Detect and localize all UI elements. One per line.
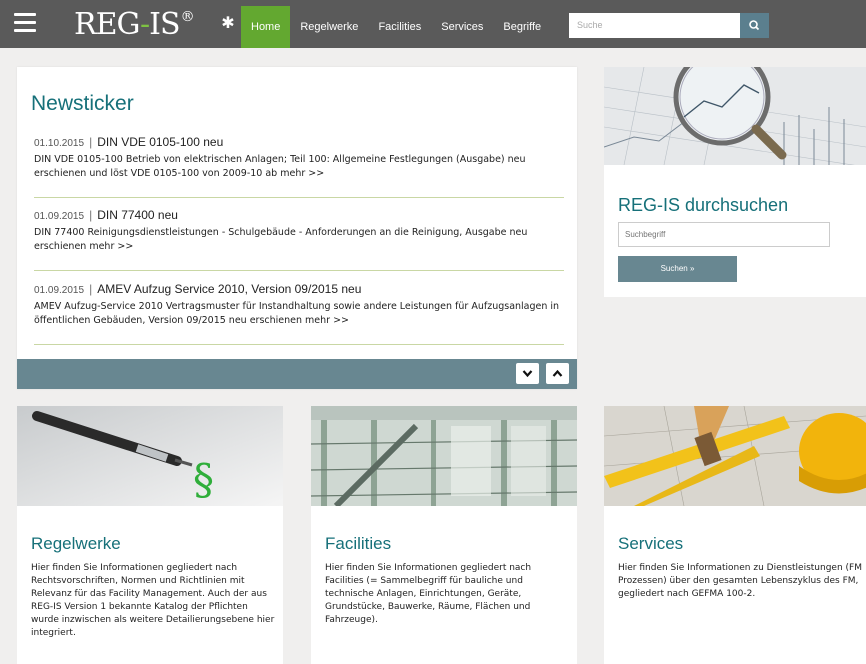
- nav-begriffe[interactable]: Begriffe: [493, 6, 551, 48]
- news-date: 01.10.2015: [34, 138, 85, 149]
- scroll-down-button[interactable]: [516, 363, 539, 384]
- news-text: DIN 77400 Reinigungsdienstleistungen - S…: [34, 227, 528, 252]
- news-date: 01.09.2015: [34, 211, 85, 222]
- news-text: DIN VDE 0105-100 Betrieb von elektrische…: [34, 154, 526, 179]
- nav-facilities[interactable]: Facilities: [368, 6, 431, 48]
- search-panel-title: REG-IS durchsuchen: [618, 195, 789, 215]
- separator: |: [89, 208, 93, 222]
- news-item: 01.09.2015 | AMEV Aufzug Service 2010, Ver…: [34, 282, 564, 345]
- chevron-down-icon: [522, 370, 533, 378]
- news-text: AMEV Aufzug-Service 2010 Vertragsmuster …: [34, 301, 560, 326]
- card-text: Hier finden Sie Informationen zu Dienstl…: [618, 563, 862, 599]
- newsticker-controls: [17, 359, 577, 389]
- gear-icon[interactable]: ✱: [219, 14, 237, 32]
- card-services[interactable]: Services Hier finden Sie Informationen z…: [604, 406, 866, 664]
- paragraph-mark: §: [193, 455, 214, 504]
- chevron-up-icon: [552, 369, 563, 377]
- card-title[interactable]: Regelwerke: [31, 534, 121, 554]
- news-item: 01.09.2015 | DIN 77400 neu DIN 77400 Reini…: [34, 208, 564, 271]
- nav-services[interactable]: Services: [431, 6, 493, 48]
- nav-regelwerke[interactable]: Regelwerke: [290, 6, 368, 48]
- pen-paragraph-image: §: [17, 406, 283, 506]
- search-input[interactable]: Suche: [569, 13, 740, 38]
- search-panel: REG-IS durchsuchen Suchen »: [604, 67, 866, 297]
- news-headline[interactable]: DIN VDE 0105-100 neu: [97, 135, 223, 149]
- card-title[interactable]: Facilities: [325, 534, 391, 554]
- top-navbar: REG-IS® ✱ Home Regelwerke Facilities Ser…: [0, 0, 866, 48]
- separator: |: [89, 282, 93, 296]
- hamburger-icon[interactable]: [14, 13, 36, 35]
- news-date: 01.09.2015: [34, 285, 85, 296]
- newsticker-panel: Newsticker 01.10.2015 | DIN VDE 0105-100 n…: [17, 67, 577, 389]
- news-item: 01.10.2015 | DIN VDE 0105-100 neu DIN VDE …: [34, 135, 564, 198]
- tools-image: [604, 406, 866, 506]
- brand-logo[interactable]: REG-IS®: [74, 7, 195, 42]
- card-facilities[interactable]: Facilities Hier finden Sie Informationen…: [311, 406, 577, 664]
- separator: |: [89, 135, 93, 149]
- search-icon: [749, 20, 760, 31]
- search-submit-button[interactable]: Suchen »: [618, 256, 737, 282]
- card-text: Hier finden Sie Informationen gegliedert…: [325, 563, 532, 625]
- search-button[interactable]: [740, 13, 769, 38]
- news-headline[interactable]: DIN 77400 neu: [97, 208, 178, 222]
- main-nav: Home Regelwerke Facilities Services Begr…: [241, 6, 551, 48]
- nav-home[interactable]: Home: [241, 6, 291, 48]
- scroll-up-button[interactable]: [546, 363, 569, 384]
- card-text: Hier finden Sie Informationen gegliedert…: [31, 563, 275, 638]
- search-term-input[interactable]: [618, 222, 830, 247]
- card-regelwerke[interactable]: § Regelwerke Hier finden Sie Information…: [17, 406, 283, 664]
- card-title[interactable]: Services: [618, 534, 683, 554]
- building-image: [311, 406, 577, 506]
- newsticker-title: Newsticker: [31, 92, 134, 115]
- news-headline[interactable]: AMEV Aufzug Service 2010, Version 09/201…: [97, 282, 361, 296]
- magnifier-image: [604, 67, 866, 165]
